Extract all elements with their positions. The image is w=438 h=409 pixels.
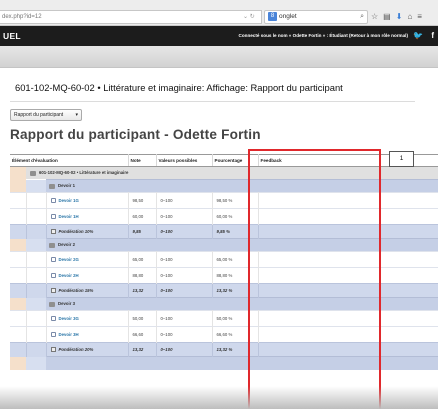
page-title: Rapport du participant - Odette Fortin <box>10 127 261 142</box>
browser-toolbar: dex.php?id=12 ⌄ ↻ 8 onglet ⌕ ☆ ▤ ⬇ ⌂ ≡ <box>0 0 438 26</box>
column-header-item[interactable]: Élément d'évaluation <box>10 154 129 167</box>
twitter-icon[interactable]: 🐦 <box>413 31 423 40</box>
assignment-icon <box>50 316 56 322</box>
site-header: UEL Connecté sous le nom « Odette Fortin… <box>0 26 438 46</box>
bookmark-star-icon[interactable]: ☆ <box>371 10 378 24</box>
calculator-icon <box>50 347 56 353</box>
download-icon[interactable]: ⬇ <box>396 10 403 24</box>
browser-icons: ☆ ▤ ⬇ ⌂ ≡ <box>371 10 422 24</box>
item-link[interactable]: Devoir 2H <box>46 267 129 284</box>
item-link[interactable]: Devoir 1H <box>46 208 129 225</box>
reload-icon[interactable]: ⌄ ↻ <box>243 10 255 24</box>
item-link[interactable]: Devoir 1G <box>46 192 129 209</box>
menu-icon[interactable]: ≡ <box>417 10 422 24</box>
column-header-grade[interactable]: Note <box>128 154 157 167</box>
login-info[interactable]: Connecté sous le nom « Odette Fortin » :… <box>239 26 408 46</box>
feedback-highlight-box <box>248 149 381 409</box>
course-title: 601-102-MQ-60-02 • Littérature et imagin… <box>15 82 343 93</box>
item-link[interactable]: Devoir 2G <box>46 251 129 268</box>
assignment-icon <box>50 273 56 279</box>
search-icon[interactable]: ⌕ <box>360 11 364 23</box>
assignment-icon <box>50 198 56 204</box>
social-links: 🐦 f <box>407 26 434 46</box>
chevron-down-icon: ▾ <box>75 112 78 118</box>
navigation-bar <box>0 46 438 68</box>
search-text: onglet <box>279 13 297 20</box>
item-link[interactable]: Devoir 3G <box>46 310 129 327</box>
item-link[interactable]: Devoir 3H <box>46 326 129 343</box>
folder-icon <box>49 183 55 189</box>
clipboard-icon[interactable]: ▤ <box>383 10 391 24</box>
calculator-icon <box>50 229 56 235</box>
report-select[interactable]: Rapport du participant ▾ <box>10 109 82 121</box>
search-engine-icon[interactable]: 8 <box>268 11 277 21</box>
assignment-icon <box>50 257 56 263</box>
assignment-icon <box>50 214 56 220</box>
report-select-value: Rapport du participant <box>14 112 64 118</box>
folder-icon <box>30 170 36 176</box>
calculator-icon <box>50 288 56 294</box>
divider <box>10 101 415 102</box>
facebook-icon[interactable]: f <box>431 31 434 40</box>
folder-icon <box>49 301 55 307</box>
url-bar[interactable]: dex.php?id=12 <box>0 10 262 24</box>
column-header-range[interactable]: Valeurs possibles <box>156 154 213 167</box>
site-title[interactable]: UEL <box>3 26 21 46</box>
assignment-icon <box>50 332 56 338</box>
browser-search-field[interactable]: 8 onglet ⌕ <box>264 10 368 24</box>
annotation-callout: 1 <box>389 151 414 167</box>
home-icon[interactable]: ⌂ <box>407 10 412 24</box>
folder-icon <box>49 242 55 248</box>
